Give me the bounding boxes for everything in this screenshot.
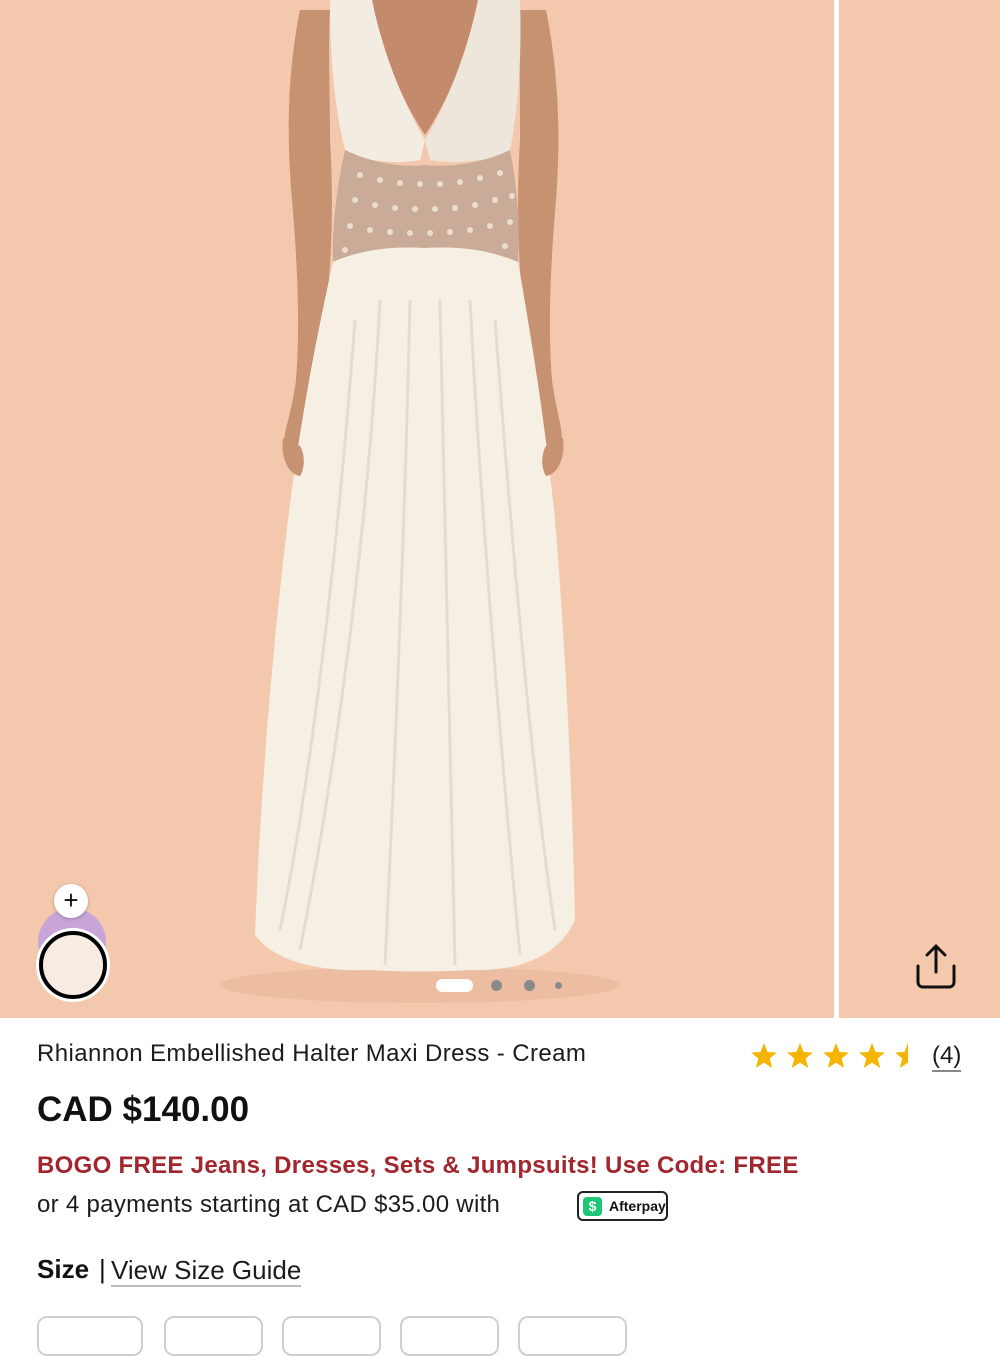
size-label: Size [37,1254,90,1284]
afterpay-dollar-icon: $ [583,1197,602,1216]
star-icon [787,1043,813,1068]
afterpay-label: Afterpay [609,1198,666,1214]
pagination-dot[interactable] [491,980,502,991]
plus-icon[interactable]: + [54,884,88,918]
size-option[interactable] [282,1316,381,1356]
pagination-dot-active[interactable] [436,979,473,992]
installments-text: or 4 payments starting at CAD $35.00 wit… [37,1191,501,1218]
size-separator: | [99,1254,106,1284]
pagination-dot[interactable] [555,982,562,989]
afterpay-badge[interactable]: $ Afterpay [577,1191,668,1221]
product-price: CAD $140.00 [37,1090,250,1129]
star-icon [751,1043,777,1068]
color-swatch-switcher[interactable]: + [36,884,110,1002]
next-image-divider [834,0,839,1018]
size-option[interactable] [400,1316,499,1356]
review-count-link[interactable]: (4) [932,1042,962,1072]
pagination-dot[interactable] [524,980,535,991]
size-option[interactable] [518,1316,627,1356]
product-title: Rhiannon Embellished Halter Maxi Dress -… [37,1040,587,1067]
size-option[interactable] [37,1316,143,1356]
star-rating [751,1043,921,1068]
view-size-guide-link[interactable]: View Size Guide [111,1255,302,1287]
product-image-gallery[interactable]: + [0,0,1000,1018]
star-half-icon [895,1043,921,1068]
share-icon[interactable] [908,938,964,994]
promo-banner[interactable]: BOGO FREE Jeans, Dresses, Sets & Jumpsui… [37,1152,799,1180]
star-icon [823,1043,849,1068]
product-image[interactable] [0,0,1000,1018]
star-icon [859,1043,885,1068]
size-option[interactable] [164,1316,263,1356]
cream-swatch-selected[interactable] [39,931,107,999]
